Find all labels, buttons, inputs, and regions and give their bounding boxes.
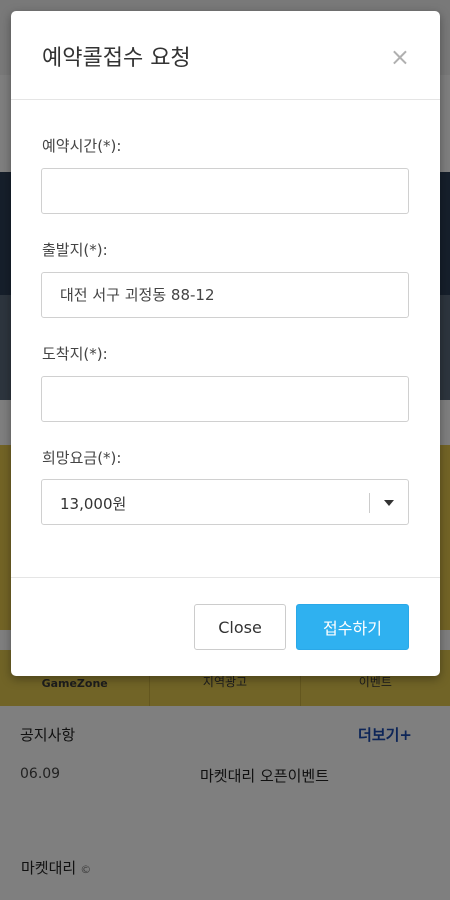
close-button[interactable]: Close — [194, 604, 286, 650]
reservation-modal: 예약콜접수 요청 × 예약시간(*): 출발지(*): 대전 서구 괴정동 88… — [11, 11, 440, 676]
close-icon[interactable]: × — [390, 45, 410, 69]
departure-label: 출발지(*): — [42, 241, 108, 259]
select-separator — [369, 493, 370, 513]
reservation-time-input[interactable] — [41, 168, 409, 214]
modal-title: 예약콜접수 요청 — [42, 46, 191, 71]
submit-button[interactable]: 접수하기 — [296, 604, 409, 650]
departure-input[interactable]: 대전 서구 괴정동 88-12 — [41, 272, 409, 318]
modal-header: 예약콜접수 요청 × — [11, 11, 440, 100]
fare-select[interactable]: 13,000원 — [41, 479, 409, 525]
destination-label: 도착지(*): — [42, 345, 108, 363]
fare-label: 희망요금(*): — [42, 449, 122, 467]
reservation-time-label: 예약시간(*): — [42, 137, 122, 155]
chevron-down-icon[interactable] — [384, 500, 394, 506]
destination-input[interactable] — [41, 376, 409, 422]
modal-footer: Close 접수하기 — [11, 577, 440, 677]
fare-select-value: 13,000원 — [60, 495, 127, 513]
